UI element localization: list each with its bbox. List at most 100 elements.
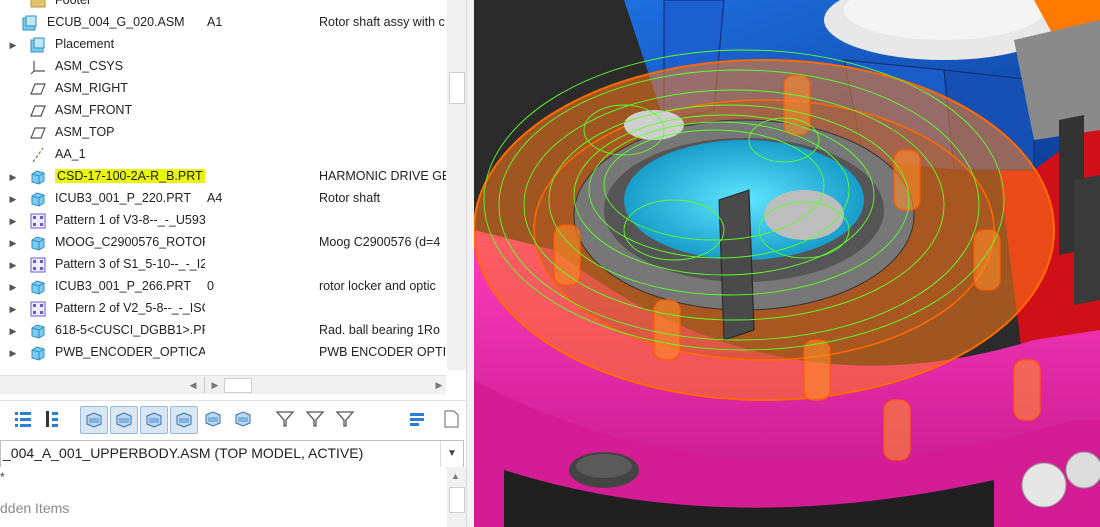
tree-item-name: ASM_RIGHT — [55, 81, 128, 95]
tree-row[interactable]: Footer — [0, 0, 446, 12]
expand-arrow-icon[interactable]: ▶ — [8, 232, 18, 254]
pattern-icon — [30, 257, 46, 273]
lower-scroll-thumb[interactable] — [449, 487, 465, 513]
tree-item-name: Footer — [55, 0, 92, 7]
tree-row[interactable]: ▶ ICUB3_001_P_266.PRT 0 rotor locker and op… — [0, 276, 446, 298]
show-layers-stack-button[interactable] — [200, 406, 226, 432]
tree-item-name: Pattern 1 of V3-8--_-_U593 — [55, 213, 205, 227]
tree-settings-button[interactable] — [405, 406, 431, 432]
tree-row[interactable]: ASM_RIGHT — [0, 78, 446, 100]
part-icon — [30, 323, 46, 339]
expand-arrow-icon[interactable]: ▶ — [8, 166, 18, 188]
tree-horizontal-scrollbar[interactable]: ◀ ▶ ▶ — [0, 375, 446, 394]
show-highlight-stack-button[interactable] — [230, 406, 256, 432]
tree-row[interactable]: AA_1 — [0, 144, 446, 166]
tree-row[interactable]: ECUB_004_G_020.ASM A1 Rotor shaft assy wit… — [0, 12, 446, 34]
tree-item-label: Footer — [55, 0, 91, 7]
tree-item-label: ECUB_004_G_020.ASM — [47, 15, 185, 29]
active-model-select[interactable]: _004_A_001_UPPERBODY.ASM (TOP MODEL, ACT… — [0, 440, 464, 468]
show-suppressed-button[interactable] — [170, 406, 198, 434]
graphics-viewport[interactable] — [474, 0, 1100, 527]
tree-item-name: 618-5<CUSCI_DGBB1>.PRT — [55, 323, 205, 337]
hidden-items-label[interactable]: dden Items — [0, 500, 69, 516]
tree-vertical-scrollbar[interactable] — [447, 0, 466, 370]
tree-item-label: CSD-17-100-2A-R_B.PRT — [55, 169, 205, 183]
tree-item-name: PWB_ENCODER_OPTICAL_0 — [55, 345, 205, 359]
expand-arrow-icon — [8, 56, 18, 78]
scroll-right-end-icon[interactable]: ▶ — [432, 378, 446, 392]
tree-row[interactable]: ▶ ICUB3_001_P_220.PRT A4 Rotor shaft — [0, 188, 446, 210]
expand-arrow-icon[interactable]: ▶ — [8, 254, 18, 276]
show-placeholders-button[interactable] — [140, 406, 168, 434]
plane-icon — [30, 81, 46, 97]
horizontal-scroll-thumb[interactable] — [224, 378, 252, 393]
tree-row[interactable]: ASM_FRONT — [0, 100, 446, 122]
tree-row[interactable]: ASM_TOP — [0, 122, 446, 144]
csys-icon — [30, 59, 46, 75]
tree-columns-button[interactable] — [40, 406, 66, 432]
filter-button[interactable] — [272, 406, 298, 432]
scroll-right-icon[interactable]: ▶ — [208, 378, 222, 392]
tree-item-label: ICUB3_001_P_220.PRT — [55, 191, 191, 205]
pattern-icon — [30, 301, 46, 317]
tree-item-label: Pattern 1 of V3-8--_-_U593 — [55, 213, 205, 227]
tree-row[interactable]: ▶ MOOG_C2900576_ROTOR Moog C2900576 (d=4 — [0, 232, 446, 254]
expand-arrow-icon[interactable]: ▶ — [8, 188, 18, 210]
tree-item-name: CSD-17-100-2A-R_B.PRT — [55, 169, 205, 183]
tree-item-name: ECUB_004_G_020.ASM — [47, 15, 185, 29]
star-marker: * — [0, 470, 5, 484]
tree-row[interactable]: ▶ CSD-17-100-2A-R_B.PRT HARMONIC DRIVE GEA — [0, 166, 446, 188]
tree-column-2: A1 — [207, 15, 223, 29]
pattern-icon — [30, 213, 46, 229]
expand-arrow-icon — [8, 122, 18, 144]
scroll-up-icon[interactable]: ▲ — [451, 471, 460, 481]
folder-icon — [30, 0, 46, 9]
tree-row[interactable]: ▶ Pattern 3 of S1_5-10--_-_I2 — [0, 254, 446, 276]
part-icon — [30, 279, 46, 295]
tree-row[interactable]: ▶ PWB_ENCODER_OPTICAL_0 PWB ENCODER OPTIC — [0, 342, 446, 364]
show-features-button[interactable] — [110, 406, 138, 434]
lower-pane-scrollbar[interactable]: ▲ — [447, 467, 466, 527]
tree-item-label: ICUB3_001_P_266.PRT — [55, 279, 191, 293]
show-layers-button[interactable] — [80, 406, 108, 434]
expand-arrow-icon — [8, 144, 18, 166]
expand-arrow-icon[interactable]: ▶ — [8, 320, 18, 342]
tree-row[interactable]: ASM_CSYS — [0, 56, 446, 78]
tree-item-label: ASM_RIGHT — [55, 81, 128, 95]
tree-scroll-thumb[interactable] — [449, 72, 465, 104]
tree-item-label: AA_1 — [55, 147, 86, 161]
document-button[interactable] — [438, 406, 464, 432]
tree-row[interactable]: ▶ 618-5<CUSCI_DGBB1>.PRT Rad. ball bearing… — [0, 320, 446, 342]
tree-item-label: Pattern 2 of V2_5-8--_-_ISC — [55, 301, 205, 315]
tree-item-name: ASM_TOP — [55, 125, 115, 139]
tree-column-description: PWB ENCODER OPTIC — [319, 345, 446, 359]
tree-item-label: MOOG_C2900576_ROTOR — [55, 235, 205, 249]
expand-arrow-icon — [0, 12, 10, 34]
tree-column-2: 0 — [207, 279, 214, 293]
expand-arrow-icon — [8, 78, 18, 100]
expand-arrow-icon[interactable]: ▶ — [8, 210, 18, 232]
expand-arrow-icon[interactable]: ▶ — [8, 342, 18, 364]
tree-row[interactable]: ▶ Pattern 1 of V3-8--_-_U593 — [0, 210, 446, 232]
model-tree: Footer ECUB_004_G_020.ASM A1 Rotor shaft as… — [0, 0, 446, 370]
tree-column-description: Rotor shaft — [319, 191, 381, 205]
expand-arrow-icon[interactable]: ▶ — [8, 276, 18, 298]
tree-toolbar — [0, 400, 466, 437]
tree-item-name: ASM_CSYS — [55, 59, 124, 73]
expand-arrow-icon[interactable]: ▶ — [8, 34, 18, 56]
tree-item-name: ICUB3_001_P_220.PRT — [55, 191, 191, 205]
filter-clear-button[interactable] — [302, 406, 328, 432]
tree-column-2: A4 — [207, 191, 223, 205]
scroll-left-icon[interactable]: ◀ — [186, 378, 200, 392]
tree-row[interactable]: ▶ Pattern 2 of V2_5-8--_-_ISC — [0, 298, 446, 320]
model-tree-panel: Footer ECUB_004_G_020.ASM A1 Rotor shaft as… — [0, 0, 466, 527]
tree-row[interactable]: ▶ Placement — [0, 34, 446, 56]
tree-view-button[interactable] — [10, 406, 36, 432]
asm-icon — [30, 37, 46, 53]
expand-arrow-icon — [8, 0, 18, 12]
chevron-down-icon[interactable]: ▼ — [440, 441, 463, 467]
tree-item-name: Pattern 2 of V2_5-8--_-_ISC — [55, 301, 205, 315]
filter-settings-button[interactable] — [332, 406, 358, 432]
tree-item-label: 618-5<CUSCI_DGBB1>.PRT — [55, 323, 205, 337]
expand-arrow-icon[interactable]: ▶ — [8, 298, 18, 320]
